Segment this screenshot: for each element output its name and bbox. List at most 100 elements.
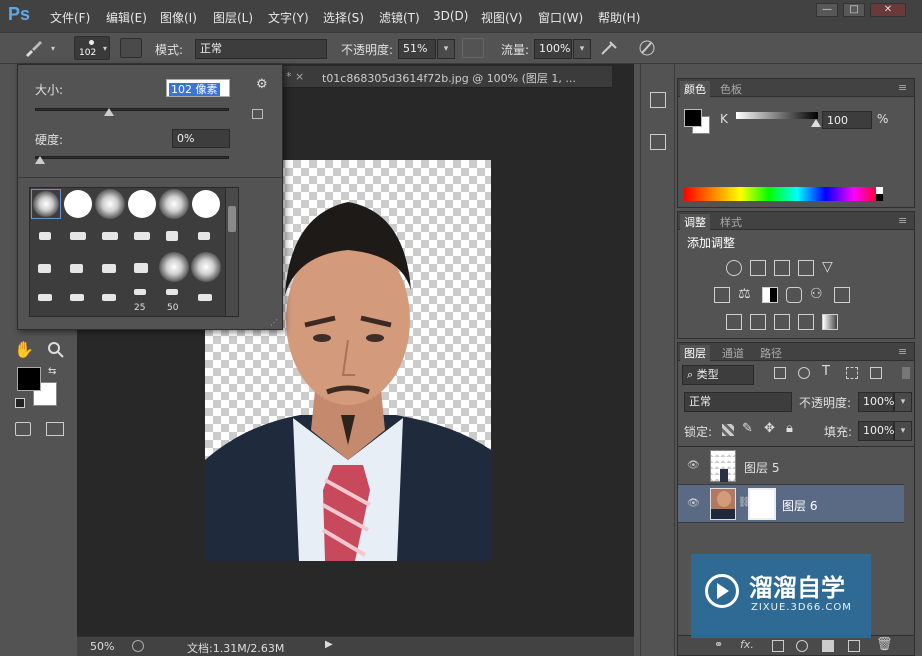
menu-type[interactable]: 文字(Y) <box>268 9 309 26</box>
menu-image[interactable]: 图像(I) <box>160 9 197 26</box>
brush-preset-soft-round[interactable] <box>95 189 125 219</box>
exposure-icon[interactable] <box>798 260 814 276</box>
filter-shape-icon[interactable] <box>846 367 858 379</box>
resize-grip-icon[interactable]: ⋰ <box>270 318 278 327</box>
brush-preset-stroke[interactable] <box>198 294 212 301</box>
lock-transparency-icon[interactable] <box>722 424 734 436</box>
tab-channels[interactable]: 通道 <box>722 345 744 361</box>
brush-preset-stroke[interactable] <box>166 231 178 241</box>
add-mask-icon[interactable] <box>772 640 784 652</box>
mode-select[interactable]: 正常 <box>195 39 327 59</box>
layer-name[interactable]: 图层 5 <box>744 459 779 476</box>
screen-mode-icon[interactable] <box>46 422 64 436</box>
brush-preset-soft-round[interactable] <box>159 252 189 282</box>
tab-layers[interactable]: 图层 <box>680 345 710 361</box>
black-swatch[interactable] <box>876 194 883 201</box>
fill-dropdown[interactable]: ▾ <box>894 421 912 441</box>
swap-colors-icon[interactable]: ⇆ <box>48 366 56 377</box>
panel-menu-icon[interactable]: ≡ <box>898 345 907 358</box>
blend-mode-select[interactable]: 正常 <box>684 392 792 412</box>
panel-menu-icon[interactable]: ≡ <box>898 81 907 94</box>
brush-preset-stroke[interactable] <box>102 294 116 301</box>
default-colors-icon[interactable] <box>15 398 25 408</box>
brightness-contrast-icon[interactable] <box>726 260 742 276</box>
filter-adjustment-icon[interactable] <box>798 367 810 379</box>
k-channel-slider[interactable] <box>736 112 818 119</box>
menu-file[interactable]: 文件(F) <box>50 9 90 26</box>
tab-swatches[interactable]: 色板 <box>720 81 742 97</box>
opacity-dropdown-button[interactable]: ▾ <box>437 39 455 59</box>
brush-grid-scrollbar[interactable] <box>225 188 238 316</box>
white-swatch[interactable] <box>876 187 883 194</box>
color-spectrum-bar[interactable] <box>684 187 882 201</box>
color-lookup-icon[interactable] <box>834 287 850 303</box>
brush-size-input[interactable]: 102 像素 <box>166 79 230 97</box>
tab-paths[interactable]: 路径 <box>760 345 782 361</box>
close-button[interactable]: ✕ <box>870 3 906 17</box>
status-info-icon[interactable] <box>132 640 144 652</box>
3d-panel-icon[interactable] <box>650 134 666 150</box>
minimize-button[interactable]: — <box>816 3 838 17</box>
lock-position-icon[interactable]: ✥ <box>764 421 775 436</box>
eye-icon[interactable]: 👁︎ <box>687 460 700 471</box>
foreground-color-swatch[interactable] <box>17 367 41 391</box>
document-tab[interactable]: * × t01c868305d3614f72b.jpg @ 100% (图层 1… <box>282 66 612 88</box>
k-channel-thumb[interactable] <box>811 119 821 127</box>
photo-filter-icon[interactable] <box>786 287 802 303</box>
brush-panel-toggle-icon[interactable] <box>120 38 142 58</box>
brush-preset-stroke[interactable] <box>134 232 150 240</box>
fx-icon[interactable]: fx. <box>740 638 754 651</box>
document-tab-close[interactable]: * × <box>286 70 304 83</box>
brush-preset-stroke[interactable] <box>70 294 84 301</box>
fill-input[interactable]: 100% <box>858 421 894 441</box>
filter-pixel-icon[interactable] <box>774 367 786 379</box>
posterize-icon[interactable] <box>750 314 766 330</box>
brush-preset-soft-round[interactable] <box>191 252 221 282</box>
filter-smart-object-icon[interactable] <box>870 367 882 379</box>
layer-opacity-input[interactable]: 100% <box>858 392 894 412</box>
layer-row[interactable]: 👁︎ 图层 5 <box>678 447 904 485</box>
filter-toggle[interactable] <box>902 367 910 379</box>
brush-preset-picker[interactable]: 102 ▾ <box>74 36 110 60</box>
menu-filter[interactable]: 滤镜(T) <box>379 9 420 26</box>
scrollbar-thumb[interactable] <box>228 206 236 232</box>
quick-mask-icon[interactable] <box>15 422 31 436</box>
k-channel-input[interactable]: 100 <box>822 111 872 129</box>
brush-preset-stroke[interactable] <box>134 263 148 273</box>
hue-saturation-icon[interactable] <box>714 287 730 303</box>
opacity-input[interactable]: 51% <box>398 39 436 59</box>
brush-preset-stroke[interactable] <box>38 264 51 273</box>
brush-preset-stroke[interactable] <box>102 264 116 273</box>
color-balance-icon[interactable]: ⚖ <box>738 286 751 302</box>
brush-preset-soft-round[interactable] <box>159 189 189 219</box>
layer-filter-select[interactable]: ⌕ 类型 <box>682 365 754 385</box>
maximize-button[interactable]: □ <box>843 3 865 17</box>
brush-tool-icon[interactable] <box>22 37 44 59</box>
brush-preset-stroke[interactable] <box>166 289 178 295</box>
filter-type-icon[interactable]: T <box>822 364 830 379</box>
new-layer-icon[interactable] <box>848 640 860 652</box>
flow-input[interactable]: 100% <box>534 39 572 59</box>
menu-layer[interactable]: 图层(L) <box>213 9 253 26</box>
trash-icon[interactable]: 🗑︎ <box>876 637 893 652</box>
lock-paint-icon[interactable]: ✎ <box>742 421 753 436</box>
brush-preset-stroke[interactable] <box>39 232 51 240</box>
tab-color[interactable]: 颜色 <box>680 81 710 97</box>
hand-tool-icon[interactable]: ✋ <box>14 340 34 359</box>
black-white-icon[interactable] <box>762 287 778 303</box>
tab-styles[interactable]: 样式 <box>720 214 742 230</box>
foreground-color-swatch[interactable] <box>684 109 702 127</box>
menu-edit[interactable]: 编辑(E) <box>106 9 147 26</box>
brush-preset-stroke[interactable] <box>134 289 146 295</box>
brush-preset-stroke[interactable] <box>38 294 52 301</box>
brush-preset-hard-round[interactable] <box>63 189 93 219</box>
gradient-map-icon[interactable] <box>822 314 838 330</box>
menu-help[interactable]: 帮助(H) <box>598 9 640 26</box>
layer-mask-thumbnail[interactable] <box>748 488 776 520</box>
pressure-size-icon[interactable] <box>636 38 658 58</box>
brush-preset-grid[interactable]: 25 50 <box>29 187 239 317</box>
brush-preset-selected[interactable] <box>31 189 61 219</box>
gear-icon[interactable]: ⚙ <box>256 77 268 92</box>
menu-3d[interactable]: 3D(D) <box>433 9 468 23</box>
selective-color-icon[interactable] <box>798 314 814 330</box>
